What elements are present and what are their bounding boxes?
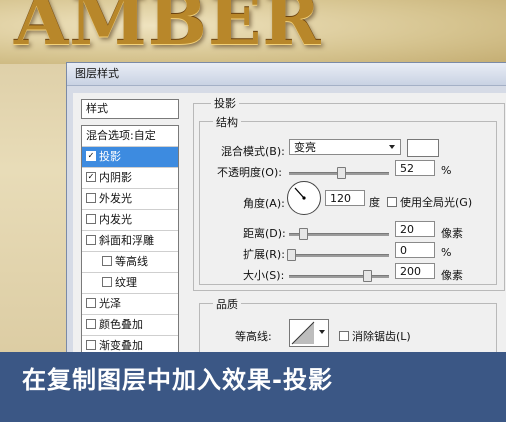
style-item-label: 混合选项:自定: [86, 129, 156, 142]
distance-unit: 像素: [441, 227, 463, 240]
style-item[interactable]: 颜色叠加: [82, 315, 178, 336]
style-item[interactable]: 纹理: [82, 273, 178, 294]
style-item-label: 内发光: [99, 213, 132, 226]
styles-header[interactable]: 样式: [81, 99, 179, 119]
style-item[interactable]: ✓ 投影: [82, 147, 178, 168]
angle-indicator-icon: [294, 187, 306, 200]
styles-list: 混合选项:自定 ✓ 投影 ✓ 内阴影 外发光 内发光 斜面和浮雕 等高线 纹理 光泽 颜色叠加 渐变叠加: [81, 125, 179, 358]
style-item[interactable]: 混合选项:自定: [82, 126, 178, 147]
blend-mode-select[interactable]: 变亮: [289, 139, 401, 155]
angle-dial[interactable]: [287, 181, 321, 215]
caption-text: 在复制图层中加入效果-投影: [22, 366, 333, 394]
style-item-label: 投影: [99, 150, 121, 163]
amber-title-graphic: AMBER: [14, 0, 322, 61]
checkbox-checked-icon[interactable]: ✓: [86, 151, 96, 161]
global-light-checkbox[interactable]: 使用全局光(G): [387, 194, 472, 210]
opacity-input[interactable]: 52: [395, 160, 435, 176]
spread-label: 扩展(R):: [243, 248, 285, 261]
dialog-title[interactable]: 图层样式: [67, 63, 506, 86]
opacity-slider-thumb[interactable]: [337, 167, 346, 179]
blend-mode-value: 变亮: [294, 141, 316, 154]
checkbox-icon[interactable]: [86, 340, 96, 350]
chevron-down-icon: [389, 145, 395, 149]
blend-mode-label: 混合模式(B):: [221, 145, 285, 158]
contour-curve-icon: [291, 321, 315, 345]
opacity-unit: %: [441, 164, 452, 177]
spread-slider-thumb[interactable]: [287, 249, 296, 261]
quality-title: 品质: [213, 296, 241, 312]
style-item-label: 等高线: [115, 255, 148, 268]
size-input[interactable]: 200: [395, 263, 435, 279]
style-item-label: 外发光: [99, 192, 132, 205]
antialias-checkbox[interactable]: 消除锯齿(L): [339, 328, 411, 344]
checkbox-icon[interactable]: [102, 277, 112, 287]
size-label: 大小(S):: [243, 269, 285, 282]
distance-label: 距离(D):: [243, 227, 286, 240]
checkbox-icon: [339, 331, 349, 341]
checkbox-icon[interactable]: [86, 235, 96, 245]
checkbox-icon: [387, 197, 397, 207]
drop-shadow-title: 投影: [211, 95, 239, 111]
distance-input[interactable]: 20: [395, 221, 435, 237]
size-unit: 像素: [441, 269, 463, 282]
distance-slider-thumb[interactable]: [299, 228, 308, 240]
opacity-label: 不透明度(O):: [217, 166, 282, 179]
chevron-down-icon: [319, 330, 325, 334]
style-item[interactable]: ✓ 内阴影: [82, 168, 178, 189]
structure-title: 结构: [213, 114, 241, 130]
contour-label: 等高线:: [235, 330, 272, 343]
shadow-color-swatch[interactable]: [407, 139, 439, 157]
checkbox-checked-icon[interactable]: ✓: [86, 172, 96, 182]
spread-slider-track[interactable]: [287, 249, 389, 261]
layer-style-dialog: 图层样式 样式 混合选项:自定 ✓ 投影 ✓ 内阴影 外发光 内发光 斜面和浮雕 等高线 纹理 光泽…: [66, 62, 506, 385]
global-light-label: 使用全局光(G): [400, 196, 473, 209]
angle-label: 角度(A):: [243, 197, 285, 210]
checkbox-icon[interactable]: [86, 214, 96, 224]
angle-input[interactable]: 120: [325, 190, 365, 206]
style-item-label: 渐变叠加: [99, 339, 143, 352]
opacity-slider-track[interactable]: [289, 167, 389, 179]
distance-slider-track[interactable]: [289, 228, 389, 240]
angle-unit: 度: [369, 196, 380, 209]
contour-picker[interactable]: [289, 319, 329, 347]
style-item-label: 光泽: [99, 297, 121, 310]
style-item-label: 斜面和浮雕: [99, 234, 154, 247]
style-item-label: 内阴影: [99, 171, 132, 184]
style-item[interactable]: 内发光: [82, 210, 178, 231]
checkbox-icon[interactable]: [102, 256, 112, 266]
style-item[interactable]: 等高线: [82, 252, 178, 273]
style-item[interactable]: 光泽: [82, 294, 178, 315]
style-item[interactable]: 外发光: [82, 189, 178, 210]
spread-input[interactable]: 0: [395, 242, 435, 258]
spread-unit: %: [441, 246, 452, 259]
style-item-label: 颜色叠加: [99, 318, 143, 331]
checkbox-icon[interactable]: [86, 193, 96, 203]
style-item-label: 纹理: [115, 276, 137, 289]
antialias-label: 消除锯齿(L): [352, 330, 411, 343]
style-item[interactable]: 斜面和浮雕: [82, 231, 178, 252]
checkbox-icon[interactable]: [86, 319, 96, 329]
size-slider-track[interactable]: [289, 270, 389, 282]
checkbox-icon[interactable]: [86, 298, 96, 308]
size-slider-thumb[interactable]: [363, 270, 372, 282]
